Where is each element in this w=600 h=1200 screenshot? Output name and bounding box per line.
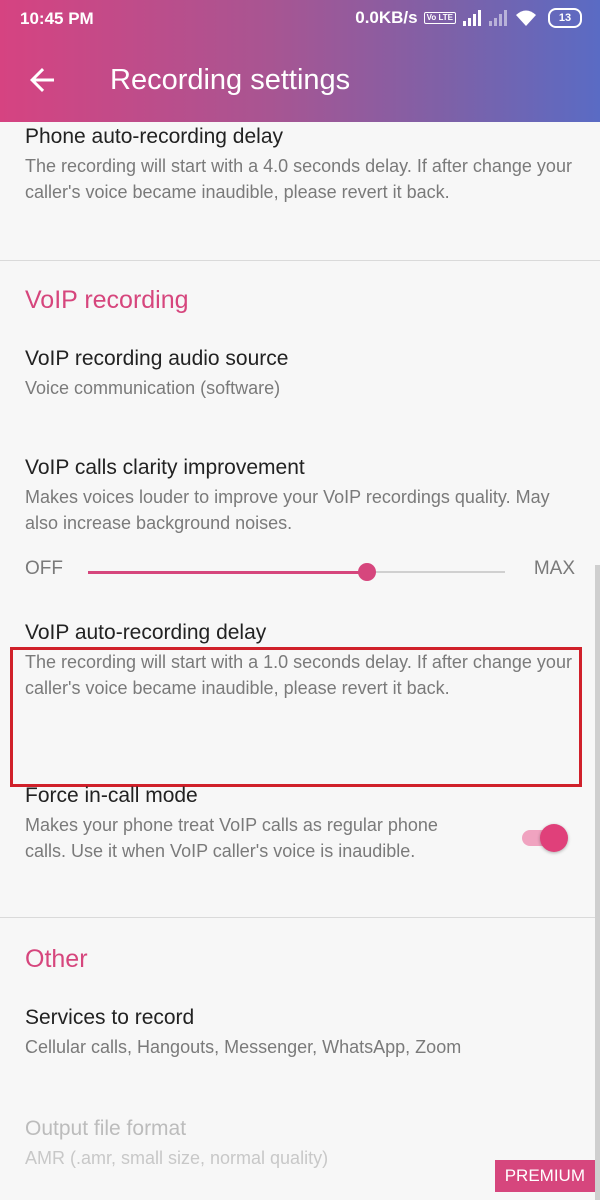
pref-services-to-record[interactable]: Services to record Cellular calls, Hango… [25, 1006, 575, 1060]
pref-phone-auto-recording-delay[interactable]: Phone auto-recording delay The recording… [25, 125, 575, 205]
section-divider [0, 917, 600, 918]
scrollbar[interactable] [595, 565, 600, 1200]
status-time: 10:45 PM [20, 9, 94, 28]
network-speed: 0.0KB/s [355, 8, 418, 27]
volte-icon: Vo LTE [423, 12, 456, 24]
pref-output-file-format[interactable]: Output file format AMR (.amr, small size… [25, 1117, 575, 1171]
pref-summary: Makes voices louder to improve your VoIP… [25, 487, 550, 533]
status-icons: 0.0KB/s Vo LTE 13 [355, 8, 582, 28]
pref-title: VoIP recording audio source [25, 347, 289, 370]
section-header-voip: VoIP recording [25, 286, 189, 314]
wifi-icon [516, 10, 536, 26]
clarity-slider[interactable] [88, 563, 505, 581]
pref-voip-audio-source[interactable]: VoIP recording audio source Voice commun… [25, 347, 575, 401]
premium-badge[interactable]: PREMIUM [494, 1160, 595, 1192]
pref-summary: Cellular calls, Hangouts, Messenger, Wha… [25, 1037, 462, 1057]
arrow-back-icon[interactable] [24, 62, 60, 98]
pref-title: VoIP calls clarity improvement [25, 456, 305, 479]
page-title: Recording settings [110, 64, 351, 96]
pref-title: VoIP auto-recording delay [25, 621, 267, 644]
pref-title: Services to record [25, 1006, 195, 1029]
clarity-slider-row: OFF MAX [25, 558, 575, 586]
section-header-other: Other [25, 945, 88, 973]
force-in-call-toggle[interactable] [520, 822, 570, 852]
pref-title: Phone auto-recording delay [25, 125, 284, 148]
slider-max-label: MAX [533, 558, 575, 579]
signal-icon [463, 10, 481, 26]
battery-icon: 13 [548, 8, 582, 28]
signal-weak-icon [489, 10, 507, 26]
status-bar: 10:45 PM 0.0KB/s Vo LTE 13 [0, 0, 600, 38]
pref-summary: The recording will start with a 4.0 seco… [25, 156, 572, 202]
pref-summary: Voice communication (software) [25, 378, 281, 398]
app-header: 10:45 PM 0.0KB/s Vo LTE 13 Recording set… [0, 0, 600, 122]
pref-title: Output file format [25, 1117, 187, 1140]
slider-fill [88, 571, 368, 574]
pref-title: Force in-call mode [25, 784, 198, 807]
slider-thumb[interactable] [358, 563, 377, 581]
section-divider [0, 260, 600, 261]
toggle-thumb [540, 824, 568, 852]
slider-min-label: OFF [25, 558, 63, 579]
pref-summary: Makes your phone treat VoIP calls as reg… [25, 815, 438, 861]
highlight-box [10, 647, 582, 787]
pref-force-in-call-mode[interactable]: Force in-call mode Makes your phone trea… [25, 784, 460, 864]
pref-voip-clarity[interactable]: VoIP calls clarity improvement Makes voi… [25, 456, 575, 536]
pref-summary: AMR (.amr, small size, normal quality) [25, 1148, 329, 1168]
